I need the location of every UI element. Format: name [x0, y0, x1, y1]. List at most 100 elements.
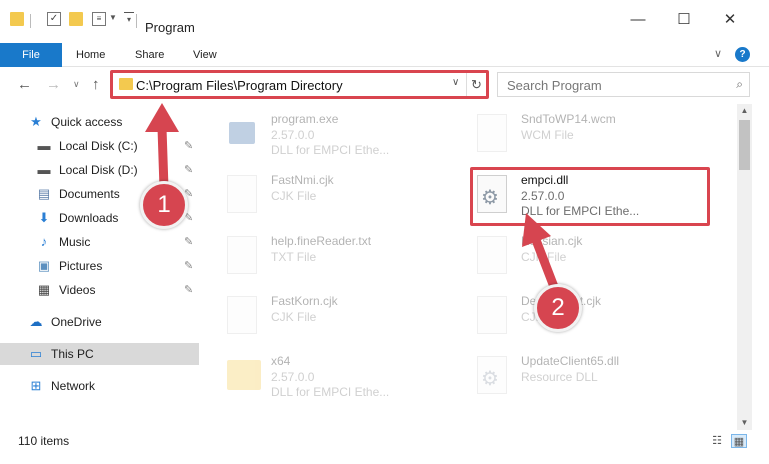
step-2-badge: 2 [534, 284, 582, 332]
file-item[interactable]: Russian.cjk CJK File [453, 230, 693, 280]
scroll-thumb[interactable] [739, 120, 750, 170]
nav-label: OneDrive [51, 315, 102, 329]
file-type: CJK File [521, 250, 567, 264]
step-1-badge: 1 [140, 181, 188, 229]
scroll-up-icon[interactable]: ▲ [737, 106, 752, 115]
nav-label: Network [51, 379, 96, 393]
nav-label: Local Disk (D:) [59, 163, 138, 177]
file-name: SndToWP14.wcm [521, 112, 616, 126]
pin-icon: ✎ [184, 140, 194, 152]
file-item[interactable]: SndToWP14.wcm WCM File [453, 108, 693, 158]
file-icon [477, 236, 507, 274]
file-icon [227, 296, 257, 334]
search-icon: ⌕ [736, 77, 743, 91]
back-button[interactable]: ← [17, 76, 32, 93]
file-item[interactable]: FastNmi.cjk CJK File [203, 169, 443, 219]
nav-quick-access[interactable]: ★ Quick access [0, 111, 200, 133]
file-item[interactable]: FastKorn.cjk CJK File [203, 290, 443, 340]
folder-icon [10, 12, 24, 26]
pin-icon: ✎ [184, 236, 194, 248]
tab-home[interactable]: Home [76, 43, 105, 67]
file-version: 2.57.0.0 [271, 128, 315, 142]
file-item[interactable]: help.fineReader.txt TXT File [203, 230, 443, 280]
file-description: DLL for EMPCI Ethe... [271, 143, 390, 157]
dll-icon: ⚙ [477, 356, 507, 394]
network-icon: ⊞ [30, 378, 42, 393]
nav-onedrive[interactable]: ☁ OneDrive [0, 311, 200, 333]
title-divider [136, 14, 137, 28]
search-placeholder: Search Program [507, 78, 602, 93]
nav-videos[interactable]: ▦ Videos ✎ [0, 279, 200, 301]
cloud-icon: ☁ [29, 314, 43, 329]
minimize-button[interactable]: — [623, 10, 653, 30]
file-type: Resource DLL [521, 370, 598, 384]
pin-icon: ✎ [184, 164, 194, 176]
folder-icon [227, 360, 261, 390]
file-highlight-box [470, 167, 710, 226]
properties-icon[interactable]: ✓ [47, 12, 61, 26]
videos-icon: ▦ [37, 282, 51, 297]
tiles-view-button[interactable]: ▦ [731, 434, 747, 448]
nav-network[interactable]: ⊞ Network [0, 375, 200, 397]
ribbon-tabs: File Home Share View ∨ ? [0, 43, 769, 67]
nav-pictures[interactable]: ▣ Pictures ✎ [0, 255, 200, 277]
file-type: CJK File [271, 189, 317, 203]
close-button[interactable]: ✕ [715, 10, 745, 30]
file-type: TXT File [271, 250, 317, 264]
nav-music[interactable]: ♪ Music ✎ [0, 231, 200, 253]
drive-icon: ▬ [37, 138, 51, 153]
tab-share[interactable]: Share [135, 43, 164, 67]
maximize-button[interactable]: ☐ [669, 10, 699, 30]
file-type: CJK File [271, 310, 317, 324]
exe-icon [227, 114, 257, 152]
scroll-down-icon[interactable]: ▼ [737, 418, 752, 427]
drive-icon: ▬ [37, 162, 51, 177]
window-title: Program [145, 20, 195, 35]
download-icon: ⬇ [38, 210, 50, 225]
item-count: 110 items [18, 434, 70, 448]
title-bar: ✓ ≡ ▼ ▾ Program — ☐ ✕ [0, 0, 769, 40]
customize-quick-access-icon[interactable]: ≡ [92, 12, 106, 26]
pin-icon: ✎ [184, 284, 194, 296]
file-icon [227, 236, 257, 274]
file-item[interactable]: ⚙ UpdateClient65.dll Resource DLL [453, 350, 693, 400]
search-input[interactable]: Search Program ⌕ [497, 72, 750, 97]
navigation-pane: ★ Quick access ▬ Local Disk (C:) ✎ ▬ Loc… [0, 104, 203, 430]
pictures-icon: ▣ [37, 258, 51, 273]
file-list: program.exe 2.57.0.0 DLL for EMPCI Ethe.… [203, 104, 736, 430]
vertical-scrollbar[interactable]: ▲ ▼ [737, 104, 752, 430]
new-folder-icon[interactable] [69, 12, 83, 26]
forward-button[interactable]: → [46, 76, 61, 93]
help-icon[interactable]: ? [735, 47, 750, 62]
nav-label: Pictures [59, 259, 103, 273]
chevron-down-icon[interactable]: ▼ [109, 13, 117, 22]
details-view-button[interactable]: ☷ [709, 434, 725, 448]
file-description: DLL for EMPCI Ethe... [271, 385, 390, 399]
up-button[interactable]: ↑ [92, 76, 100, 93]
music-icon: ♪ [40, 234, 48, 249]
title-divider [30, 14, 31, 28]
nav-label: Quick access [51, 115, 123, 129]
address-row: ← → ∨ ↑ C:\Program Files\Program Directo… [0, 68, 769, 102]
file-version: 2.57.0.0 [271, 370, 315, 384]
nav-label: Local Disk (C:) [59, 139, 138, 153]
file-item[interactable]: program.exe 2.57.0.0 DLL for EMPCI Ethe.… [203, 108, 443, 158]
qa-overflow-icon[interactable]: ▾ [124, 12, 134, 26]
file-icon [477, 296, 507, 334]
file-item[interactable]: x64 2.57.0.0 DLL for EMPCI Ethe... [203, 350, 443, 400]
file-type: WCM File [521, 128, 574, 142]
pin-icon: ✎ [184, 260, 194, 272]
nav-this-pc[interactable]: ▭ This PC [0, 343, 199, 365]
file-name: FastKorn.cjk [271, 294, 338, 308]
tab-view[interactable]: View [193, 43, 217, 67]
file-name: Russian.cjk [521, 234, 583, 248]
star-icon: ★ [30, 114, 42, 129]
computer-icon: ▭ [29, 346, 43, 361]
recent-locations-button[interactable]: ∨ [73, 79, 80, 90]
nav-local-disk-c[interactable]: ▬ Local Disk (C:) ✎ [0, 135, 200, 157]
tab-file[interactable]: File [0, 43, 62, 67]
nav-label: Music [59, 235, 91, 249]
file-name: FastNmi.cjk [271, 173, 334, 187]
expand-ribbon-icon[interactable]: ∨ [714, 47, 722, 60]
nav-local-disk-d[interactable]: ▬ Local Disk (D:) ✎ [0, 159, 200, 181]
